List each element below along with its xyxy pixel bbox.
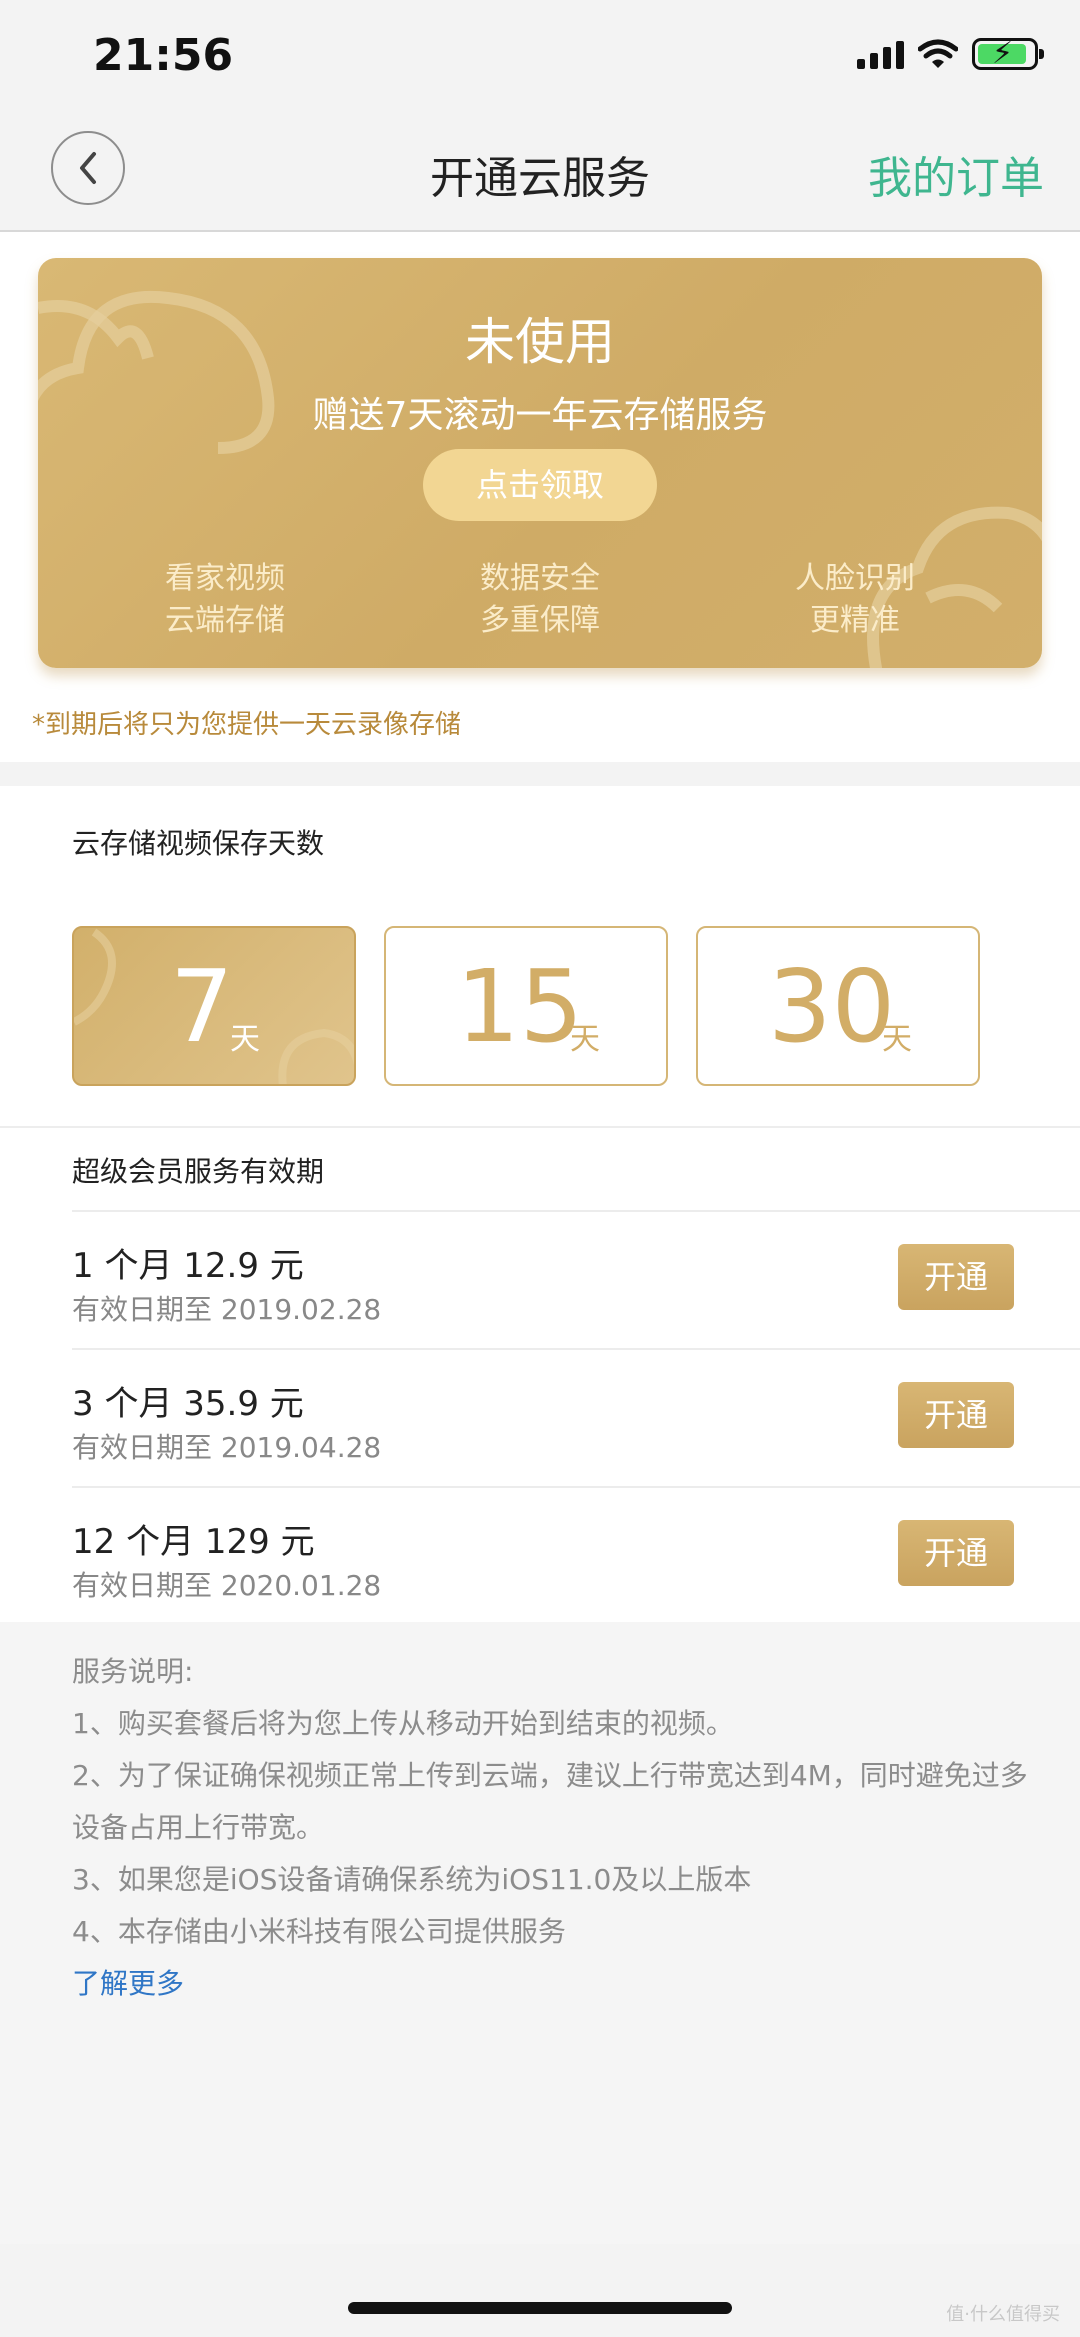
watermark: 值·什么值得买 (946, 2304, 1060, 2325)
wifi-icon (918, 39, 958, 68)
open-button[interactable]: 开通 (898, 1244, 1014, 1310)
status-icons: ⚡ (857, 37, 1044, 71)
promo-status: 未使用 (465, 313, 615, 371)
plan-title: 12 个月 129 元 (72, 1522, 315, 1562)
feature-item: 看家视频 云端存储 (165, 561, 285, 638)
day-number: 7 (170, 948, 234, 1065)
nav-bar: 开通云服务 我的订单 (0, 118, 1080, 232)
note-item: 2、为了保证确保视频正常上传到云端，建议上行带宽达到4M，同时避免过多设备占用上… (72, 1759, 1028, 1844)
status-time: 21:56 (93, 30, 234, 81)
plan-title: 1 个月 12.9 元 (72, 1246, 304, 1286)
plan-row: 1 个月 12.9 元 有效日期至 2019.02.28 开通 (0, 1210, 1080, 1348)
storage-days-section: 云存储视频保存天数 7 天 15 天 30 天 (0, 786, 1080, 1126)
claim-button[interactable]: 点击领取 (423, 449, 657, 521)
note-item: 1、购买套餐后将为您上传从移动开始到结束的视频。 (72, 1707, 734, 1740)
plan-validity: 有效日期至 2019.02.28 (72, 1293, 382, 1326)
note-item: 3、如果您是iOS设备请确保系统为iOS11.0及以上版本 (72, 1863, 752, 1896)
feature-item: 数据安全 多重保障 (480, 561, 600, 638)
my-orders-link[interactable]: 我的订单 (868, 142, 1044, 206)
divider (72, 1486, 1080, 1488)
day-option-15[interactable]: 15 天 (384, 926, 668, 1086)
signal-icon (857, 39, 904, 69)
day-unit: 天 (230, 1022, 260, 1057)
home-indicator (348, 2302, 732, 2314)
day-unit: 天 (570, 1022, 600, 1057)
plan-row: 12 个月 129 元 有效日期至 2020.01.28 开通 (0, 1486, 1080, 1624)
cloud-decoration-icon (278, 1028, 354, 1084)
day-option-30[interactable]: 30 天 (696, 926, 980, 1086)
notes-text: 服务说明: 1、购买套餐后将为您上传从移动开始到结束的视频。 2、为了保证确保视… (72, 1646, 1040, 2010)
divider (72, 1210, 1080, 1212)
service-notes: 服务说明: 1、购买套餐后将为您上传从移动开始到结束的视频。 2、为了保证确保视… (0, 1622, 1080, 2244)
open-button[interactable]: 开通 (898, 1382, 1014, 1448)
feature-item: 人脸识别 更精准 (795, 561, 915, 638)
status-bar: 21:56 ⚡ (0, 0, 1080, 118)
plan-title: 3 个月 35.9 元 (72, 1384, 304, 1424)
promo-card: 未使用 赠送7天滚动一年云存储服务 点击领取 看家视频 云端存储 数据安全 多重… (38, 258, 1042, 668)
learn-more-link[interactable]: 了解更多 (72, 1958, 1040, 2010)
battery-icon: ⚡ (972, 37, 1044, 71)
note-item: 4、本存储由小米科技有限公司提供服务 (72, 1915, 566, 1948)
expiry-note: *到期后将只为您提供一天云录像存储 (32, 710, 462, 740)
day-number: 30 (768, 948, 896, 1065)
section-label: 超级会员服务有效期 (72, 1155, 325, 1188)
day-option-7[interactable]: 7 天 (72, 926, 356, 1086)
open-button[interactable]: 开通 (898, 1520, 1014, 1586)
plan-validity: 有效日期至 2019.04.28 (72, 1431, 382, 1464)
plan-row: 3 个月 35.9 元 有效日期至 2019.04.28 开通 (0, 1348, 1080, 1486)
plan-validity: 有效日期至 2020.01.28 (72, 1569, 382, 1602)
member-plans-section: 超级会员服务有效期 1 个月 12.9 元 有效日期至 2019.02.28 开… (0, 1126, 1080, 1624)
divider (72, 1348, 1080, 1350)
notes-heading: 服务说明: (72, 1655, 194, 1688)
cloud-decoration-icon (74, 928, 116, 1026)
promo-description: 赠送7天滚动一年云存储服务 (312, 395, 768, 436)
day-unit: 天 (882, 1022, 912, 1057)
promo-section: 未使用 赠送7天滚动一年云存储服务 点击领取 看家视频 云端存储 数据安全 多重… (0, 232, 1080, 762)
section-label: 云存储视频保存天数 (72, 827, 325, 860)
day-number: 15 (456, 948, 584, 1065)
